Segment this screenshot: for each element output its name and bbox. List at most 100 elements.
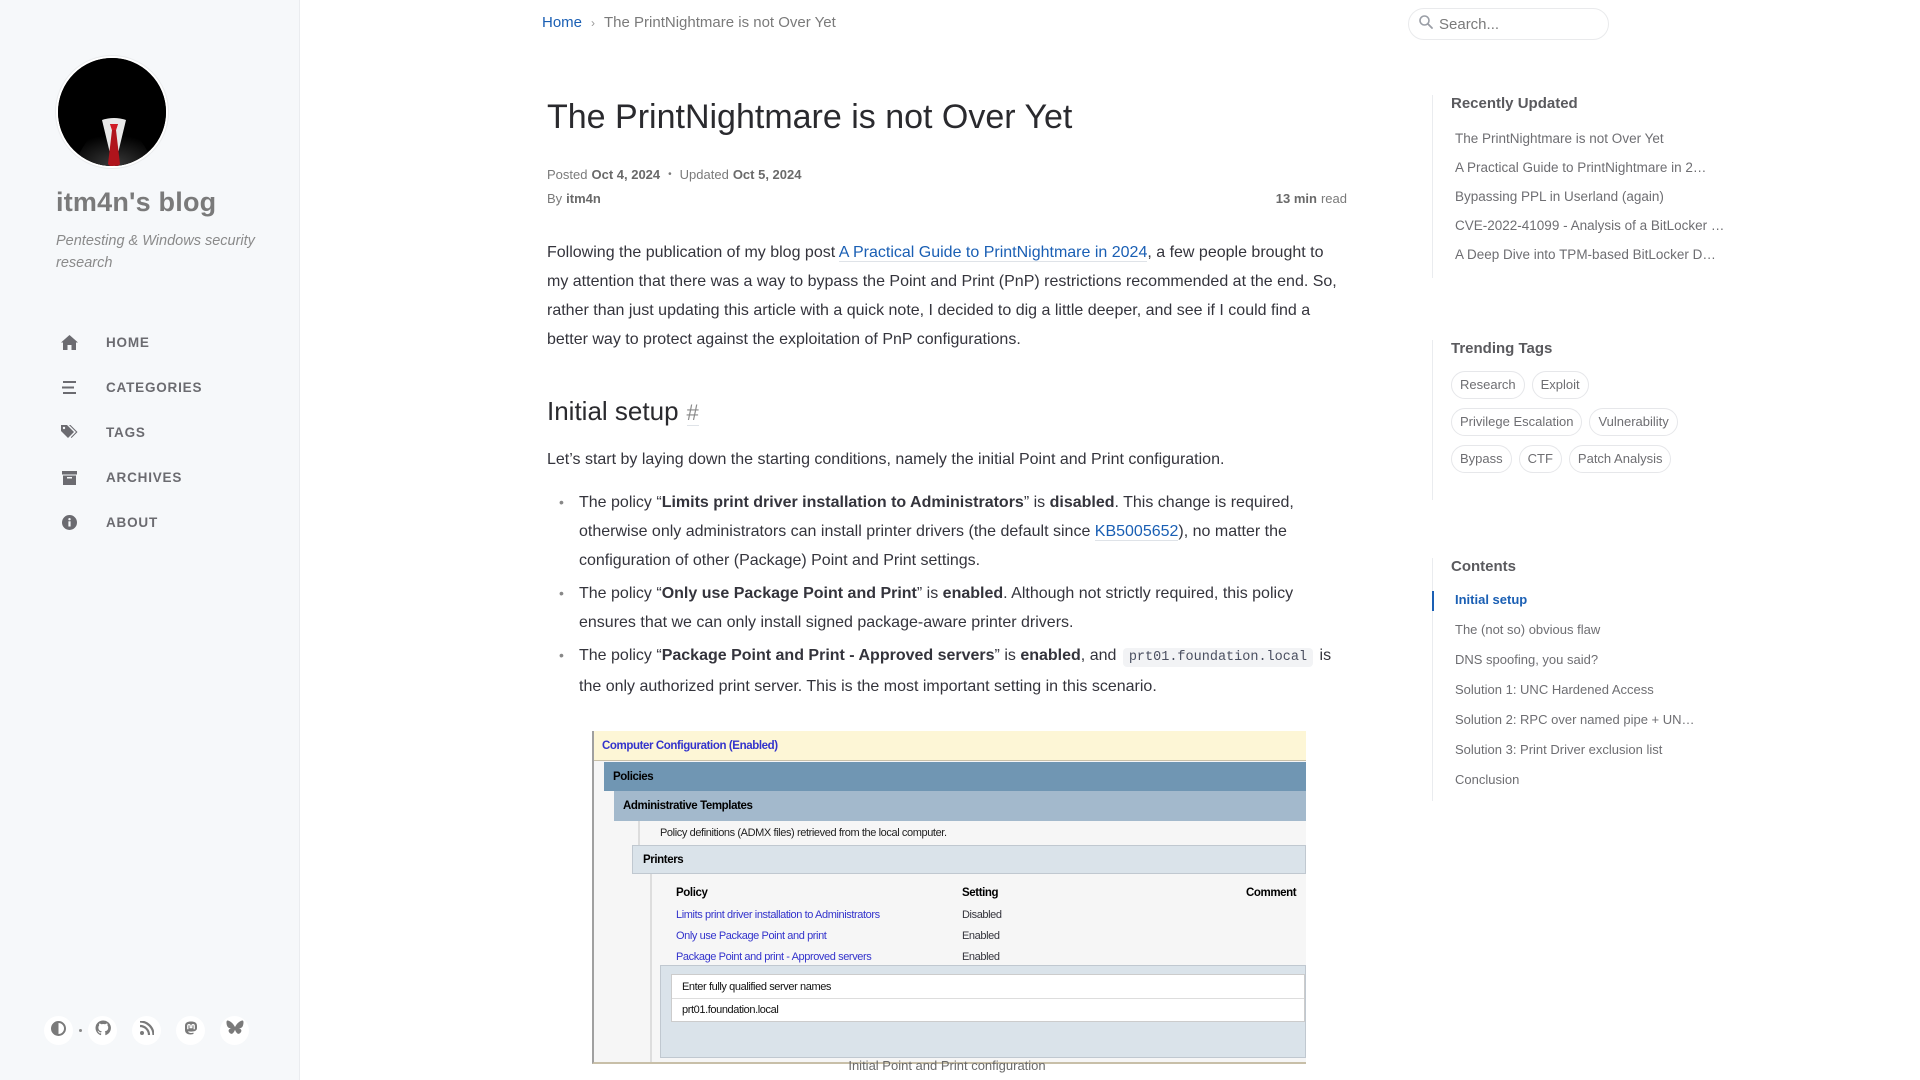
policy-state: enabled	[942, 585, 1004, 602]
column-header: Policy	[676, 887, 708, 899]
sidebar-item-home[interactable]: HOME	[56, 320, 202, 365]
gpo-setting-cell: Enabled	[962, 929, 1000, 942]
section-anchor-link[interactable]: #	[686, 401, 699, 426]
table-row: Limits print driver installation to Admi…	[676, 904, 1306, 925]
policy-list: The policy “Limits print driver installa…	[547, 488, 1347, 701]
avatar[interactable]	[56, 56, 168, 168]
section-intro: Let’s start by laying down the starting …	[547, 451, 1225, 468]
theme-toggle-button[interactable]	[44, 1016, 73, 1045]
breadcrumb-home-link[interactable]: Home	[542, 14, 582, 31]
text: The policy “	[579, 494, 662, 511]
toc-item-solution-3[interactable]: Solution 3: Print Driver exclusion list	[1455, 735, 1732, 765]
practical-guide-link[interactable]: A Practical Guide to PrintNightmare in 2…	[838, 244, 1148, 262]
gpo-screenshot-figure[interactable]: Computer Configuration (Enabled) Policie…	[592, 731, 1306, 1064]
github-link[interactable]	[88, 1016, 117, 1045]
list-item: The policy “Limits print driver installa…	[547, 488, 1347, 575]
sidebar-item-label: HOME	[106, 335, 150, 350]
sidebar-item-categories[interactable]: CATEGORIES	[56, 365, 202, 410]
breadcrumb: Home › The PrintNightmare is not Over Ye…	[542, 14, 836, 31]
sidebar-item-about[interactable]: ABOUT	[56, 500, 202, 545]
section-heading-text: Initial setup	[547, 396, 679, 426]
site-subtitle: Pentesting & Windows security research	[56, 233, 255, 271]
search-box[interactable]	[1408, 8, 1609, 40]
updated-label: Updated	[679, 166, 729, 182]
list-item: The policy “Only use Package Point and P…	[547, 579, 1347, 637]
table-row: Only use Package Point and print Enabled	[676, 925, 1306, 946]
recent-post-link[interactable]: A Deep Dive into TPM-based BitLocker D…	[1455, 240, 1732, 269]
trending-tags: Trending Tags Research Exploit Privilege…	[1432, 340, 1732, 500]
info-icon	[60, 514, 78, 532]
policy-name: Only use Package Point and Print	[661, 585, 917, 602]
tag-ctf[interactable]: CTF	[1518, 445, 1562, 473]
tag-bypass[interactable]: Bypass	[1451, 445, 1512, 473]
tags-icon	[60, 424, 78, 442]
gpo-printers: Printers	[632, 845, 1306, 874]
read-time: 13 min read	[1276, 191, 1347, 206]
policy-state: enabled	[1020, 647, 1081, 664]
bars-icon	[60, 379, 78, 397]
text: ” is	[916, 585, 943, 602]
gpo-server-box: Enter fully qualified server names prt01…	[660, 965, 1306, 1058]
author-name[interactable]: itm4n	[566, 191, 601, 206]
search-input[interactable]	[1439, 15, 1599, 33]
column-header: Comment	[1246, 887, 1297, 899]
search-icon	[1419, 14, 1433, 34]
recent-posts-list: The PrintNightmare is not Over Yet A Pra…	[1433, 124, 1732, 269]
gpo-server-label: Enter fully qualified server names	[682, 980, 832, 993]
toc-item-conclusion[interactable]: Conclusion	[1455, 765, 1732, 795]
gpo-policies: Policies	[604, 762, 1306, 791]
tag-exploit[interactable]: Exploit	[1531, 371, 1589, 399]
trending-tags-heading: Trending Tags	[1451, 340, 1553, 357]
recent-post-link[interactable]: Bypassing PPL in Userland (again)	[1455, 182, 1732, 211]
sidebar-nav: HOME CATEGORIES TAGS ARCHIVES ABOUT	[56, 320, 202, 545]
recent-post-link[interactable]: The PrintNightmare is not Over Yet	[1455, 124, 1732, 153]
gpo-computer-configuration: Computer Configuration (Enabled)	[594, 731, 1306, 761]
table-row: Package Point and print - Approved serve…	[676, 946, 1306, 967]
rss-link[interactable]	[132, 1016, 161, 1045]
post-author-row: By itm4n 13 min read	[547, 186, 1347, 210]
tag-research[interactable]: Research	[1451, 371, 1525, 399]
gpo-policy-cell: Package Point and print - Approved serve…	[676, 950, 872, 963]
figure-caption: Initial Point and Print configuration	[848, 1058, 1046, 1073]
updated-date: Oct 5, 2024	[732, 166, 802, 182]
sidebar-item-tags[interactable]: TAGS	[56, 410, 202, 455]
tag-patch-analysis[interactable]: Patch Analysis	[1568, 445, 1672, 473]
recent-post-link[interactable]: A Practical Guide to PrintNightmare in 2…	[1455, 153, 1732, 182]
breadcrumb-separator: ›	[591, 15, 596, 30]
kb-link[interactable]: KB5005652	[1094, 523, 1179, 541]
text: The policy “	[579, 585, 662, 602]
section-heading-initial-setup: Initial setup #	[547, 396, 1347, 427]
meta-separator: •	[668, 168, 672, 180]
toc-item-solution-2[interactable]: Solution 2: RPC over named pipe + UN…	[1455, 705, 1732, 735]
table-of-contents: Contents Initial setup The (not so) obvi…	[1432, 558, 1732, 801]
bluesky-link[interactable]	[220, 1016, 249, 1045]
toc-item-obvious-flaw[interactable]: The (not so) obvious flaw	[1455, 615, 1732, 645]
gpo-server-list: Enter fully qualified server names prt01…	[671, 974, 1305, 1022]
toc-item-dns-spoofing[interactable]: DNS spoofing, you said?	[1455, 645, 1732, 675]
intro-text: Following the publication of my blog pos…	[547, 244, 839, 261]
article: The PrintNightmare is not Over Yet Poste…	[547, 92, 1347, 705]
text: ” is	[1023, 494, 1050, 511]
read-time-suffix: read	[1320, 190, 1347, 206]
toc-item-initial-setup[interactable]: Initial setup	[1432, 585, 1732, 615]
recent-post-link[interactable]: CVE-2022-41099 - Analysis of a BitLocker…	[1455, 211, 1732, 240]
mastodon-icon	[184, 1021, 198, 1041]
site-title[interactable]: itm4n's blog	[56, 187, 216, 218]
gpo-definitions-note: Policy definitions (ADMX files) retrieve…	[638, 821, 1306, 845]
posted-label: Posted	[547, 166, 588, 182]
toc-item-solution-1[interactable]: Solution 1: UNC Hardened Access	[1455, 675, 1732, 705]
post-title: The PrintNightmare is not Over Yet	[547, 98, 1073, 136]
avatar-image	[58, 58, 166, 166]
mastodon-link[interactable]	[176, 1016, 205, 1045]
sidebar-item-label: ABOUT	[106, 515, 158, 530]
post-dates: Posted Oct 4, 2024 • Updated Oct 5, 2024	[547, 162, 1347, 186]
tag-vulnerability[interactable]: Vulnerability	[1589, 408, 1678, 436]
toc-heading: Contents	[1451, 558, 1516, 575]
sidebar-item-label: ARCHIVES	[106, 470, 183, 485]
gpo-server-value: prt01.foundation.local	[672, 998, 1304, 1021]
policy-state: disabled	[1049, 494, 1115, 511]
separator-dot	[79, 1029, 82, 1032]
recently-updated: Recently Updated The PrintNightmare is n…	[1432, 95, 1732, 278]
tag-privilege-escalation[interactable]: Privilege Escalation	[1451, 408, 1583, 436]
sidebar-item-archives[interactable]: ARCHIVES	[56, 455, 202, 500]
